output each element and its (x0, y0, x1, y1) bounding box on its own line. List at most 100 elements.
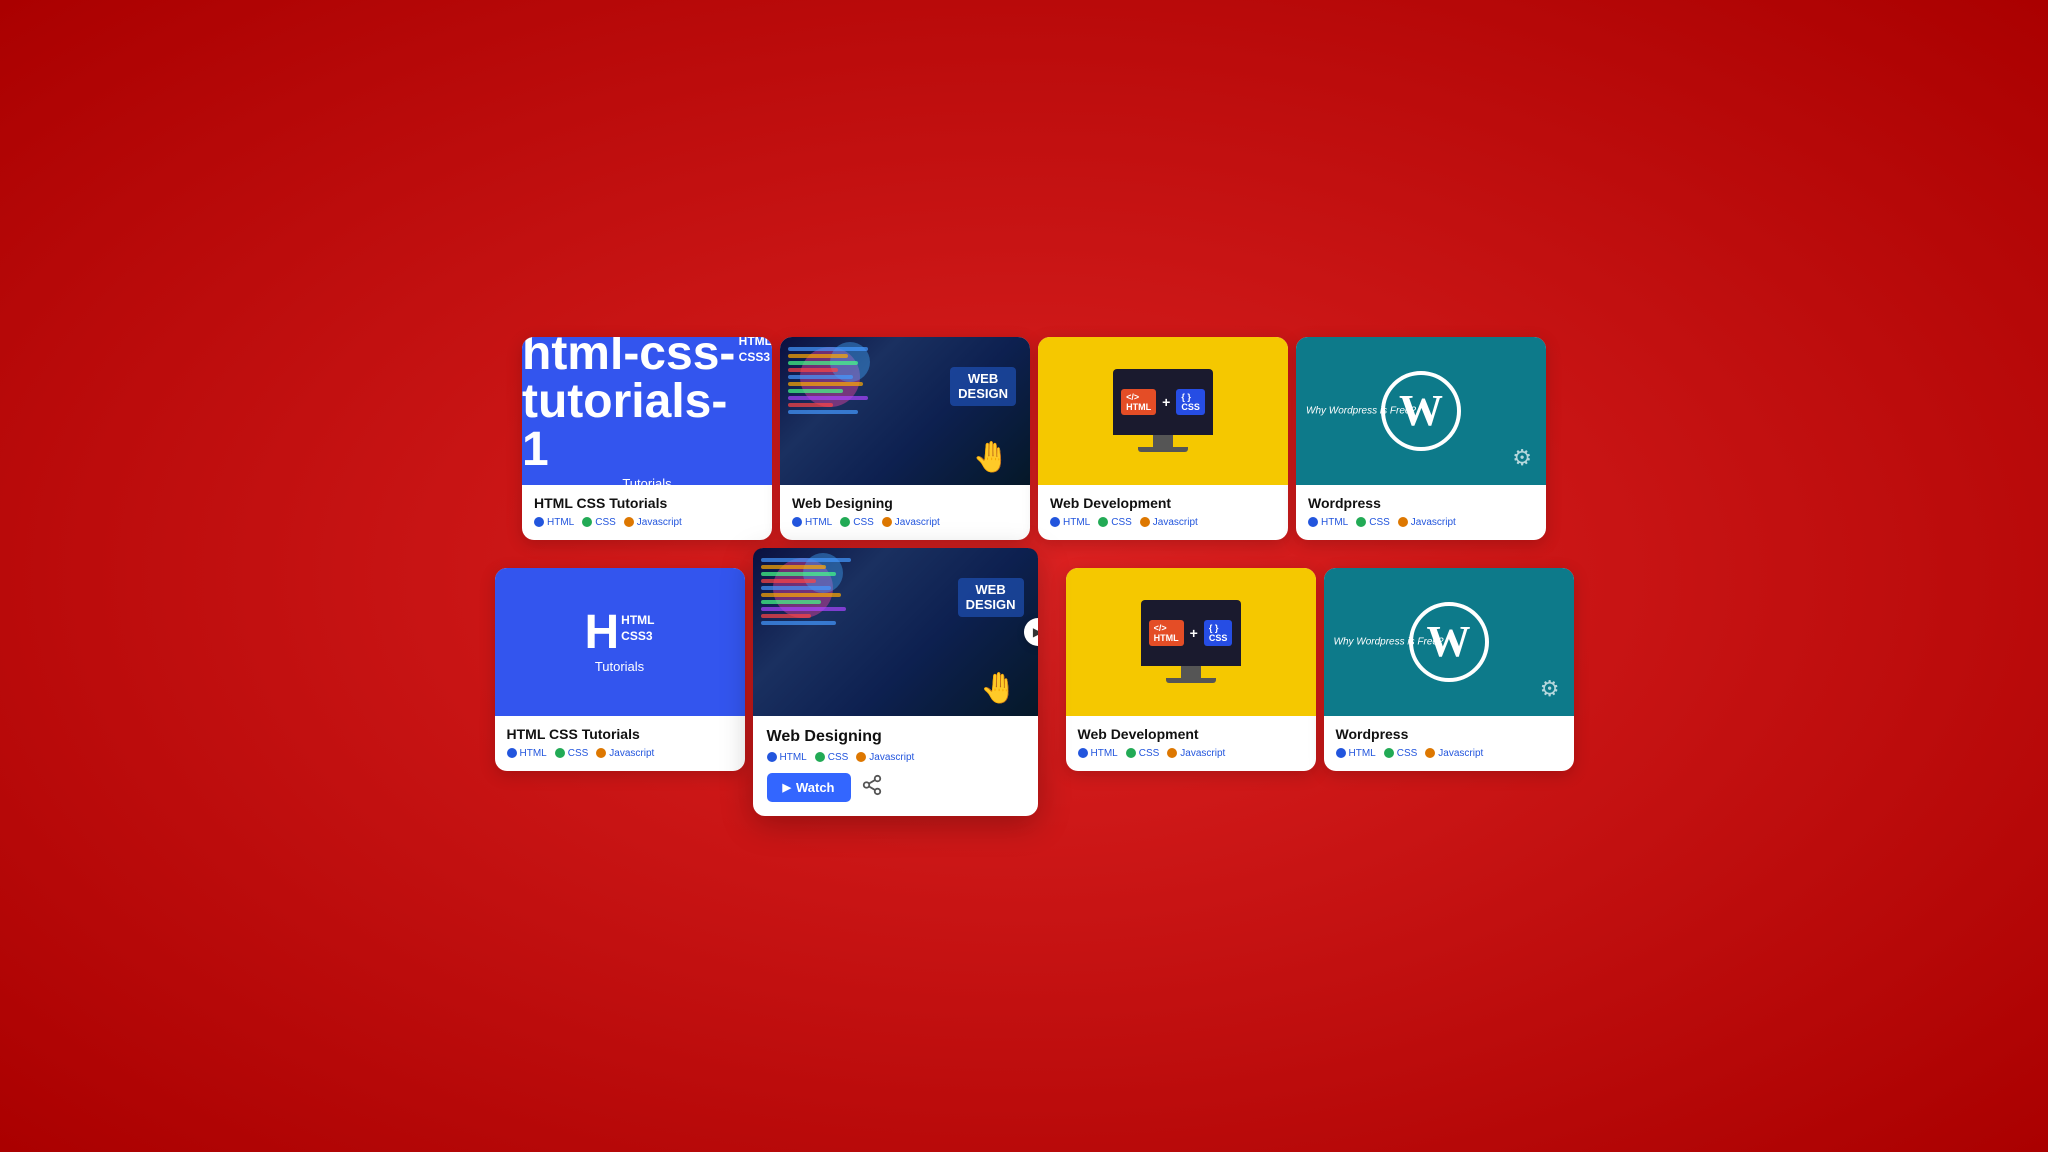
play-icon: ▶ (783, 781, 791, 794)
gear-icon-2: ⚙ (1540, 676, 1560, 702)
share-button[interactable] (861, 774, 883, 801)
tag-js: Javascript (637, 517, 682, 528)
tag-js: Javascript (1411, 517, 1456, 528)
tag-js: Javascript (869, 752, 914, 763)
web-design-label-2: WEBDESIGN (958, 578, 1024, 617)
web-dev-thumb-2: </>HTML + { }CSS (1066, 568, 1316, 716)
card-info: Wordpress HTML CSS Javascript (1324, 716, 1574, 771)
tag-stack: HTML CSS3 (739, 337, 772, 366)
card-thumbnail: Why Wordpress is Free? W ⚙ (1324, 568, 1574, 716)
share-icon (861, 774, 883, 796)
h-letter: html-css-tutorials-1 (522, 337, 737, 475)
tag-css: CSS (1139, 748, 1160, 759)
wp-thumb: Why Wordpress is Free? W ⚙ (1296, 337, 1546, 485)
hand-icon-2: 🤚 (980, 671, 1017, 706)
card-thumbnail: </>HTML + { }CSS (1038, 337, 1288, 485)
card-title: Web Designing (792, 495, 1018, 511)
tag-html: HTML (547, 517, 574, 528)
card-tags: HTML CSS Javascript (1336, 748, 1562, 759)
monitor-screen-2: </>HTML + { }CSS (1141, 600, 1241, 666)
row-1: html-css-tutorials-1 HTML CSS3 Tutorials… (522, 337, 1526, 540)
wp-thumb-2: Why Wordpress is Free? W ⚙ (1324, 568, 1574, 716)
card-title: HTML CSS Tutorials (534, 495, 760, 511)
card-thumbnail: H HTML CSS3 Tutorials (495, 568, 745, 716)
card-wordpress-1[interactable]: Why Wordpress is Free? W ⚙ Wordpress HTM… (1296, 337, 1546, 540)
tag-html: HTML (805, 517, 832, 528)
html-badge: </>HTML (1121, 389, 1156, 415)
row-2: H HTML CSS3 Tutorials HTML CSS Tutorials… (495, 568, 1554, 816)
tag-html: HTML (1349, 748, 1376, 759)
card-title: HTML CSS Tutorials (507, 726, 733, 742)
card-tags-expanded: HTML CSS Javascript (767, 752, 1024, 763)
card-info: Web Development HTML CSS Javascript (1038, 485, 1288, 540)
web-design-label: WEBDESIGN (950, 367, 1016, 406)
wp-why-text-2: Why Wordpress is Free? (1334, 636, 1444, 647)
watch-button[interactable]: ▶ Watch (767, 773, 851, 802)
tag-html: HTML (780, 752, 807, 763)
card-wordpress-2[interactable]: Why Wordpress is Free? W ⚙ Wordpress HTM… (1324, 568, 1574, 771)
hand-icon: 🤚 (973, 440, 1010, 475)
card-info: HTML CSS Tutorials HTML CSS Javascript (522, 485, 772, 540)
plus-sign-2: + (1190, 625, 1198, 641)
web-dev-thumb: </>HTML + { }CSS (1038, 337, 1288, 485)
card-info: HTML CSS Tutorials HTML CSS Javascript (495, 716, 745, 771)
monitor-stand-2 (1181, 666, 1201, 678)
tag-js: Javascript (609, 748, 654, 759)
monitor-base-2 (1166, 678, 1216, 683)
card-info: Web Development HTML CSS Javascript (1066, 716, 1316, 771)
card-info: Web Designing HTML CSS Javascript (780, 485, 1030, 540)
card-title: Web Development (1050, 495, 1276, 511)
card-web-designing-2-expanded[interactable]: WEBDESIGN 🤚 ▶ Web Designing HTML CSS Jav… (753, 548, 1038, 816)
tag-js: Javascript (1180, 748, 1225, 759)
css-badge-2: { }CSS (1204, 620, 1233, 646)
card-thumbnail-expanded: WEBDESIGN 🤚 ▶ (753, 548, 1038, 716)
card-tags: HTML CSS Javascript (507, 748, 733, 759)
tag-html: HTML (520, 748, 547, 759)
tutorials-label: Tutorials (595, 659, 644, 674)
card-thumbnail: WEBDESIGN 🤚 (780, 337, 1030, 485)
card-html-css-1[interactable]: html-css-tutorials-1 HTML CSS3 Tutorials… (522, 337, 772, 540)
tag-html: HTML (1063, 517, 1090, 528)
plus-sign: + (1162, 394, 1170, 410)
card-html-css-2[interactable]: H HTML CSS3 Tutorials HTML CSS Tutorials… (495, 568, 745, 771)
card-tags: HTML CSS Javascript (792, 517, 1018, 528)
tag-js: Javascript (1153, 517, 1198, 528)
gear-icon: ⚙ (1512, 445, 1532, 471)
tag-html: HTML (1321, 517, 1348, 528)
tag-js: Javascript (1438, 748, 1483, 759)
card-thumbnail: html-css-tutorials-1 HTML CSS3 Tutorials (522, 337, 772, 485)
wp-why-text: Why Wordpress is Free? (1306, 405, 1416, 416)
card-info-expanded: Web Designing HTML CSS Javascript ▶ Watc… (753, 716, 1038, 816)
card-web-dev-2[interactable]: </>HTML + { }CSS Web Development HTML CS… (1066, 568, 1316, 771)
web-design-thumb-expanded: WEBDESIGN 🤚 (753, 548, 1038, 716)
tag-css: CSS (1111, 517, 1132, 528)
card-title: Wordpress (1308, 495, 1534, 511)
card-tags: HTML CSS Javascript (534, 517, 760, 528)
tutorials-label: Tutorials (622, 476, 671, 485)
card-tags: HTML CSS Javascript (1308, 517, 1534, 528)
code-lines-2 (761, 558, 851, 625)
monitor-icon: </>HTML + { }CSS (1113, 369, 1213, 452)
card-web-designing-1[interactable]: WEBDESIGN 🤚 Web Designing HTML CSS Javas… (780, 337, 1030, 540)
tag-css: CSS (595, 517, 616, 528)
tag-css: CSS (1369, 517, 1390, 528)
tag-css: CSS (853, 517, 874, 528)
html-badge-2: </>HTML (1149, 620, 1184, 646)
html-logo: html-css-tutorials-1 HTML CSS3 Tutorials (522, 337, 772, 485)
card-title: Wordpress (1336, 726, 1562, 742)
html-logo: H HTML CSS3 Tutorials (585, 609, 655, 674)
monitor-stand (1153, 435, 1173, 447)
tag-js: Javascript (895, 517, 940, 528)
card-tags: HTML CSS Javascript (1050, 517, 1276, 528)
monitor-base (1138, 447, 1188, 452)
card-web-dev-1[interactable]: </>HTML + { }CSS Web Development HTML CS… (1038, 337, 1288, 540)
web-design-thumb: WEBDESIGN 🤚 (780, 337, 1030, 485)
monitor-screen: </>HTML + { }CSS (1113, 369, 1213, 435)
code-lines (788, 347, 868, 414)
card-actions: ▶ Watch (767, 773, 1024, 802)
css-badge: { }CSS (1176, 389, 1205, 415)
card-tags: HTML CSS Javascript (1078, 748, 1304, 759)
h-letter: H (585, 609, 620, 657)
tag-html: HTML (1091, 748, 1118, 759)
card-thumbnail: </>HTML + { }CSS (1066, 568, 1316, 716)
